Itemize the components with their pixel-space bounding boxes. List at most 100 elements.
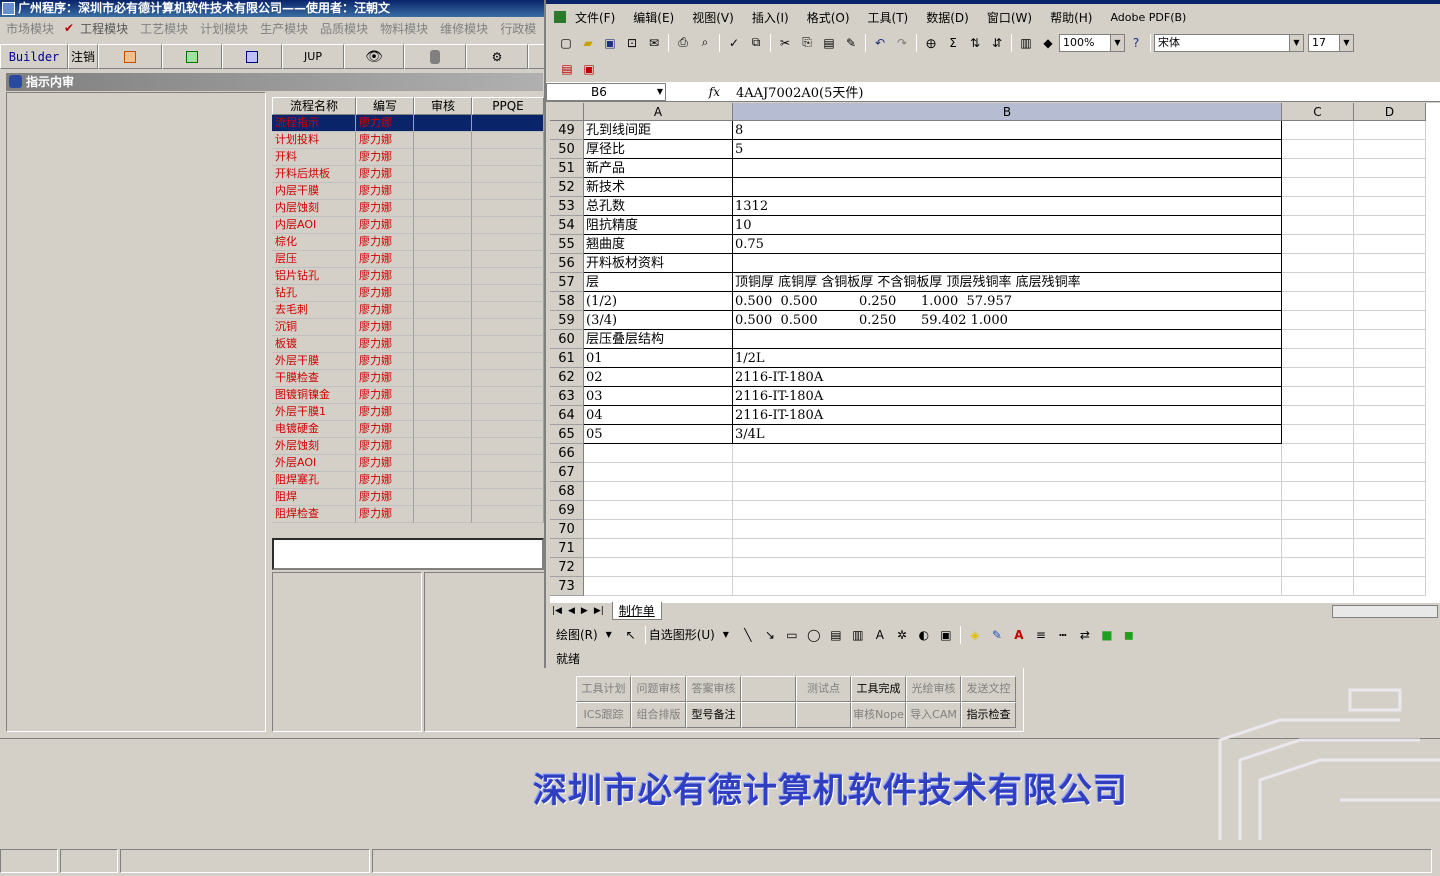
menu-format[interactable]: 格式(O) bbox=[807, 9, 850, 26]
cell-d[interactable] bbox=[1354, 558, 1426, 577]
dash-style-icon[interactable]: ┅ bbox=[1055, 627, 1071, 643]
cell-a[interactable]: 阻抗精度 bbox=[584, 216, 733, 235]
next-sheet-icon[interactable]: ▶ bbox=[581, 606, 588, 616]
select-pointer-icon[interactable]: ↖ bbox=[623, 627, 639, 643]
cell-a[interactable] bbox=[584, 539, 733, 558]
cell-b[interactable]: 0.500 0.500 0.250 1.000 57.957 bbox=[733, 292, 1282, 311]
action-button[interactable]: 问题审核 bbox=[631, 676, 686, 702]
column-header[interactable]: 编写 bbox=[356, 97, 414, 115]
cell-c[interactable] bbox=[1282, 444, 1354, 463]
cell-a[interactable]: 新产品 bbox=[584, 159, 733, 178]
font-color-icon[interactable]: A bbox=[1011, 627, 1027, 643]
table-row[interactable]: 外层干膜1 廖力娜 bbox=[272, 404, 544, 421]
excel-button[interactable] bbox=[162, 44, 222, 69]
table-row[interactable]: 开料 廖力娜 bbox=[272, 149, 544, 166]
menu-edit[interactable]: 编辑(E) bbox=[633, 9, 674, 26]
cell-b[interactable]: 1312 bbox=[733, 197, 1282, 216]
action-button[interactable]: 工具完成 bbox=[851, 676, 906, 702]
row-header[interactable]: 70 bbox=[550, 520, 584, 539]
save-icon[interactable]: ▣ bbox=[602, 35, 618, 51]
rectangle-icon[interactable]: ▭ bbox=[784, 627, 800, 643]
hyperlink-icon[interactable]: 🜨 bbox=[923, 35, 939, 51]
cell-d[interactable] bbox=[1354, 140, 1426, 159]
formula-input[interactable]: 4AAJ7002A0(5天件) bbox=[726, 82, 863, 101]
builder-button[interactable]: Builder bbox=[0, 44, 68, 69]
cell-a[interactable]: 层 bbox=[584, 273, 733, 292]
last-sheet-icon[interactable]: ▶| bbox=[594, 606, 604, 616]
cell-d[interactable] bbox=[1354, 406, 1426, 425]
cell-c[interactable] bbox=[1282, 330, 1354, 349]
cell-d[interactable] bbox=[1354, 254, 1426, 273]
menu-data[interactable]: 数据(D) bbox=[926, 9, 969, 26]
cell-a[interactable]: 02 bbox=[584, 368, 733, 387]
cell-c[interactable] bbox=[1282, 349, 1354, 368]
column-header[interactable]: 流程名称 bbox=[272, 97, 356, 115]
action-button[interactable]: 审核Nope bbox=[851, 702, 906, 728]
row-header[interactable]: 64 bbox=[550, 406, 584, 425]
module-market[interactable]: 市场模块 bbox=[6, 20, 54, 37]
menu-window[interactable]: 窗口(W) bbox=[987, 9, 1032, 26]
cell-a[interactable]: 04 bbox=[584, 406, 733, 425]
cell-c[interactable] bbox=[1282, 520, 1354, 539]
arrow-icon[interactable]: ↘ bbox=[762, 627, 778, 643]
cell-b[interactable] bbox=[733, 463, 1282, 482]
cell-b[interactable] bbox=[733, 330, 1282, 349]
row-header[interactable]: 62 bbox=[550, 368, 584, 387]
cut-icon[interactable]: ✂ bbox=[777, 35, 793, 51]
jup-button[interactable]: JUP bbox=[282, 44, 344, 69]
cell-d[interactable] bbox=[1354, 387, 1426, 406]
cell-b[interactable] bbox=[733, 178, 1282, 197]
cell-c[interactable] bbox=[1282, 178, 1354, 197]
row-header[interactable]: 56 bbox=[550, 254, 584, 273]
column-header-b[interactable]: B bbox=[733, 103, 1282, 121]
cell-d[interactable] bbox=[1354, 577, 1426, 596]
logout-button[interactable]: 注销 bbox=[68, 44, 98, 69]
shadow-icon[interactable]: ■ bbox=[1099, 627, 1115, 643]
cell-a[interactable]: 05 bbox=[584, 425, 733, 444]
action-button[interactable]: ICS跟踪 bbox=[576, 702, 631, 728]
cell-a[interactable]: 03 bbox=[584, 387, 733, 406]
row-header[interactable]: 69 bbox=[550, 501, 584, 520]
table-row[interactable]: 电镀硬金 廖力娜 bbox=[272, 421, 544, 438]
column-header[interactable]: PPQE bbox=[472, 97, 544, 115]
cell-c[interactable] bbox=[1282, 482, 1354, 501]
table-row[interactable]: 外层AOI 廖力娜 bbox=[272, 455, 544, 472]
autosum-icon[interactable]: Σ bbox=[945, 35, 961, 51]
cell-d[interactable] bbox=[1354, 444, 1426, 463]
print-preview-icon[interactable]: ⌕ bbox=[697, 35, 713, 51]
prev-sheet-icon[interactable]: ◀ bbox=[568, 606, 575, 616]
action-button[interactable]: 答案审核 bbox=[686, 676, 741, 702]
textbox-icon[interactable]: ▤ bbox=[828, 627, 844, 643]
line-style-icon[interactable]: ≡ bbox=[1033, 627, 1049, 643]
cell-a[interactable] bbox=[584, 482, 733, 501]
module-quality[interactable]: 品质模块 bbox=[320, 20, 368, 37]
picture-icon[interactable]: ▣ bbox=[938, 627, 954, 643]
pdf-email-icon[interactable]: ▣ bbox=[581, 61, 597, 77]
fill-color-icon[interactable]: ◈ bbox=[967, 627, 983, 643]
cell-c[interactable] bbox=[1282, 463, 1354, 482]
email-icon[interactable]: ✉ bbox=[646, 35, 662, 51]
action-button[interactable] bbox=[741, 702, 796, 728]
cell-b[interactable] bbox=[733, 254, 1282, 273]
cell-d[interactable] bbox=[1354, 539, 1426, 558]
cell-d[interactable] bbox=[1354, 273, 1426, 292]
action-button[interactable]: 指示检查 bbox=[961, 702, 1016, 728]
redo-icon[interactable]: ↷ bbox=[894, 35, 910, 51]
row-header[interactable]: 57 bbox=[550, 273, 584, 292]
cell-c[interactable] bbox=[1282, 292, 1354, 311]
first-sheet-icon[interactable]: |◀ bbox=[552, 606, 562, 616]
cell-a[interactable]: 翘曲度 bbox=[584, 235, 733, 254]
presentation-button[interactable] bbox=[98, 44, 162, 69]
arrow-style-icon[interactable]: ⇄ bbox=[1077, 627, 1093, 643]
menu-insert[interactable]: 插入(I) bbox=[752, 9, 789, 26]
research-icon[interactable]: ⧉ bbox=[748, 35, 764, 51]
row-header[interactable]: 63 bbox=[550, 387, 584, 406]
module-engineering[interactable]: 工程模块 bbox=[80, 20, 128, 37]
cell-b[interactable]: 8 bbox=[733, 121, 1282, 140]
action-button[interactable]: 工具计划 bbox=[576, 676, 631, 702]
cell-a[interactable]: 开料板材资料 bbox=[584, 254, 733, 273]
flow-input[interactable] bbox=[272, 538, 544, 570]
cell-c[interactable] bbox=[1282, 235, 1354, 254]
word-button[interactable] bbox=[222, 44, 282, 69]
row-header[interactable]: 66 bbox=[550, 444, 584, 463]
